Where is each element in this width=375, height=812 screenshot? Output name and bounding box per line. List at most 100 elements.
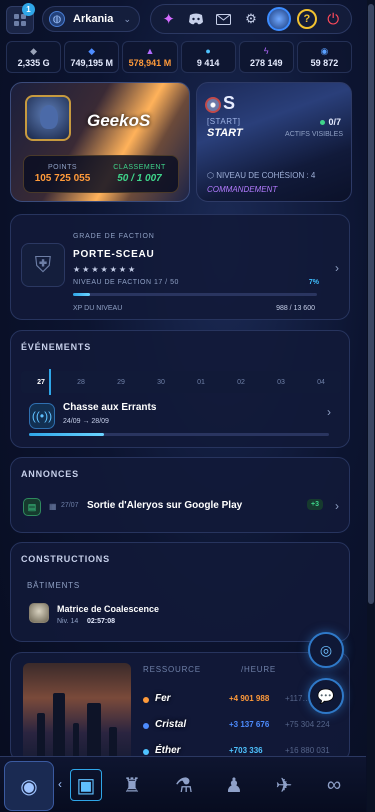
- calendar-icon: ▦: [49, 502, 57, 511]
- notification-badge: 1: [22, 3, 35, 16]
- document-icon: ▤: [23, 498, 41, 516]
- event-item[interactable]: ((•)) Chasse aux Errants 24/09 → 28/09 ›: [21, 397, 341, 441]
- discord-icon[interactable]: [185, 8, 207, 30]
- resource-crystal[interactable]: ◆ 749,195 M: [64, 41, 120, 73]
- active-members-count: 0/7: [320, 117, 341, 127]
- buildings-icon: ♜: [123, 774, 141, 797]
- ether-icon: ▲: [145, 46, 155, 56]
- events-title: ÉVÉNEMENTS: [21, 342, 92, 352]
- broadcast-icon: ((•)): [29, 403, 55, 429]
- sparkle-icon[interactable]: ✦: [158, 8, 180, 30]
- swirl-icon: ∞: [326, 773, 342, 796]
- faction-panel[interactable]: ⛨ GRADE DE FACTION PORTE-SCEAU ★★★★★★★ N…: [10, 214, 350, 320]
- building-name[interactable]: Matrice de Coalescence: [57, 604, 159, 614]
- faction-progress-bar: [73, 293, 317, 296]
- ore-icon: ◆: [30, 46, 38, 56]
- radar-button[interactable]: ◎: [308, 632, 344, 668]
- resource-ore[interactable]: ◆ 2,335 G: [6, 41, 62, 73]
- resource-value: 9 414: [196, 58, 220, 68]
- constructions-title: CONSTRUCTIONS: [21, 554, 110, 564]
- announcement-text[interactable]: Sortie d'Aleryos sur Google Play: [87, 500, 242, 511]
- faction-xp-label: XP DU NIVEAU: [73, 305, 123, 312]
- scrollbar-thumb[interactable]: [368, 4, 374, 604]
- per-hour-column-header: /HEURE: [241, 665, 277, 674]
- resource-name: Fer: [155, 693, 171, 704]
- timeline-day: 03: [277, 378, 285, 386]
- resource-dot-icon: [143, 697, 149, 703]
- energy-icon: ϟ: [263, 46, 269, 56]
- resource-rate: +703 336: [229, 746, 263, 755]
- alliance-card[interactable]: S [START] START 0/7 ACTIFS VISIBLES ⬡ NI…: [196, 82, 352, 202]
- resource-dot-icon: [143, 749, 149, 755]
- events-panel: ÉVÉNEMENTS 27 28 29 30 01 02 03 04 ((•))…: [10, 330, 350, 448]
- rank-value: 50 / 1 007: [117, 173, 162, 184]
- announcements-panel: ANNONCES ▤ ▦ 27/07 Sortie d'Aleryos sur …: [10, 457, 350, 533]
- announcement-date: 27/07: [61, 502, 79, 509]
- chat-button[interactable]: 💬: [308, 678, 344, 714]
- resource-name: Éther: [155, 745, 181, 756]
- faction-level: NIVEAU DE FACTION 17 / 50: [73, 279, 179, 286]
- announcement-more-badge[interactable]: +3: [307, 499, 323, 510]
- help-icon[interactable]: ?: [296, 9, 317, 29]
- resource-orb[interactable]: ◉ 59 872: [296, 41, 353, 73]
- nav-monitor[interactable]: ▣: [70, 769, 102, 801]
- constructions-panel: CONSTRUCTIONS BÂTIMENTS Matrice de Coale…: [10, 542, 350, 642]
- gem-icon: ●: [205, 46, 211, 56]
- resource-stock: +75 304 224: [285, 720, 330, 729]
- faction-stars: ★★★★★★★: [73, 265, 138, 274]
- chat-icon: 💬: [317, 687, 335, 704]
- gear-icon[interactable]: ⚙: [240, 8, 262, 30]
- radar-icon: ◎: [319, 641, 333, 658]
- faction-percent: 7%: [308, 279, 319, 286]
- today-marker: [49, 369, 51, 395]
- timeline-day: 28: [77, 378, 85, 386]
- orb-icon: ◉: [320, 46, 329, 56]
- event-progress-fill: [29, 433, 104, 436]
- nav-more[interactable]: ∞: [318, 769, 350, 801]
- events-timeline[interactable]: 27 28 29 30 01 02 03 04: [21, 371, 341, 393]
- resource-dot-icon: [143, 723, 149, 729]
- server-selector[interactable]: ◍ Arkania ⌄: [42, 6, 140, 32]
- player-name: GeekoS: [87, 111, 151, 130]
- timeline-day: 01: [197, 378, 205, 386]
- resource-rate: +4 901 988: [229, 694, 270, 703]
- resource-stock: +16 880 031: [285, 746, 330, 755]
- timeline-day: 04: [317, 378, 325, 386]
- power-icon[interactable]: ⏻: [322, 8, 344, 30]
- resource-value: 59 872: [310, 58, 339, 68]
- bottom-navigation: ◉ ‹ ▣ ♜ ⚗ ♟ ✈ ∞: [0, 756, 366, 812]
- production-row[interactable]: Cristal +3 137 676 +75 304 224: [143, 719, 343, 735]
- fleet-icon: ✈: [275, 774, 293, 797]
- nav-buildings[interactable]: ♜: [116, 769, 148, 801]
- crystal-icon: ◆: [88, 46, 96, 56]
- resource-ether[interactable]: ▲ 578,941 M: [122, 41, 178, 73]
- production-panel: RESSOURCE /HEURE Fer +4 901 988 +117… Cr…: [10, 652, 350, 762]
- timeline-day: 29: [117, 378, 125, 386]
- scrollbar[interactable]: [367, 0, 375, 812]
- resource-value: 278 149: [250, 58, 283, 68]
- event-progress-bar: [29, 433, 329, 436]
- nav-research[interactable]: ⚗: [168, 769, 200, 801]
- troops-icon: ♟: [225, 774, 243, 797]
- resource-gem[interactable]: ● 9 414: [180, 41, 236, 73]
- active-members-label: ACTIFS VISIBLES: [285, 131, 343, 138]
- alliance-emblem-icon: [205, 97, 221, 113]
- resource-value: 749,195 M: [70, 58, 114, 68]
- building-icon: [29, 603, 49, 623]
- resource-value: 2,335 G: [17, 58, 50, 68]
- profile-card[interactable]: GeekoS POINTS 105 725 055 CLASSEMENT 50 …: [10, 82, 190, 202]
- chevron-left-icon[interactable]: ‹: [58, 777, 62, 791]
- building-level: Niv. 14: [57, 618, 79, 625]
- timeline-day: 30: [157, 378, 165, 386]
- alliance-letter: S: [223, 93, 236, 113]
- mail-icon[interactable]: [213, 8, 235, 30]
- chevron-right-icon[interactable]: ›: [335, 499, 339, 513]
- resource-energy[interactable]: ϟ 278 149: [238, 41, 294, 73]
- nav-fleet[interactable]: ✈: [268, 769, 300, 801]
- faction-grade-name: PORTE-SCEAU: [73, 249, 155, 260]
- nav-troops[interactable]: ♟: [218, 769, 250, 801]
- online-dot-icon: [320, 120, 326, 125]
- avatar[interactable]: [267, 7, 292, 31]
- chevron-right-icon: ›: [327, 405, 331, 419]
- nav-planet[interactable]: ◉: [4, 761, 54, 811]
